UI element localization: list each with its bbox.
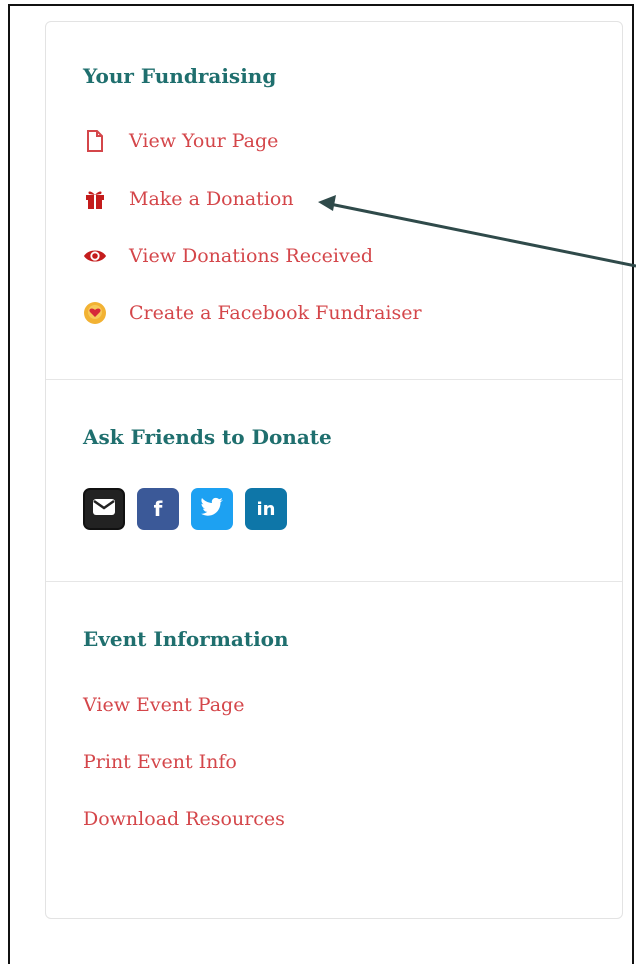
annotation-arrow <box>318 195 636 268</box>
